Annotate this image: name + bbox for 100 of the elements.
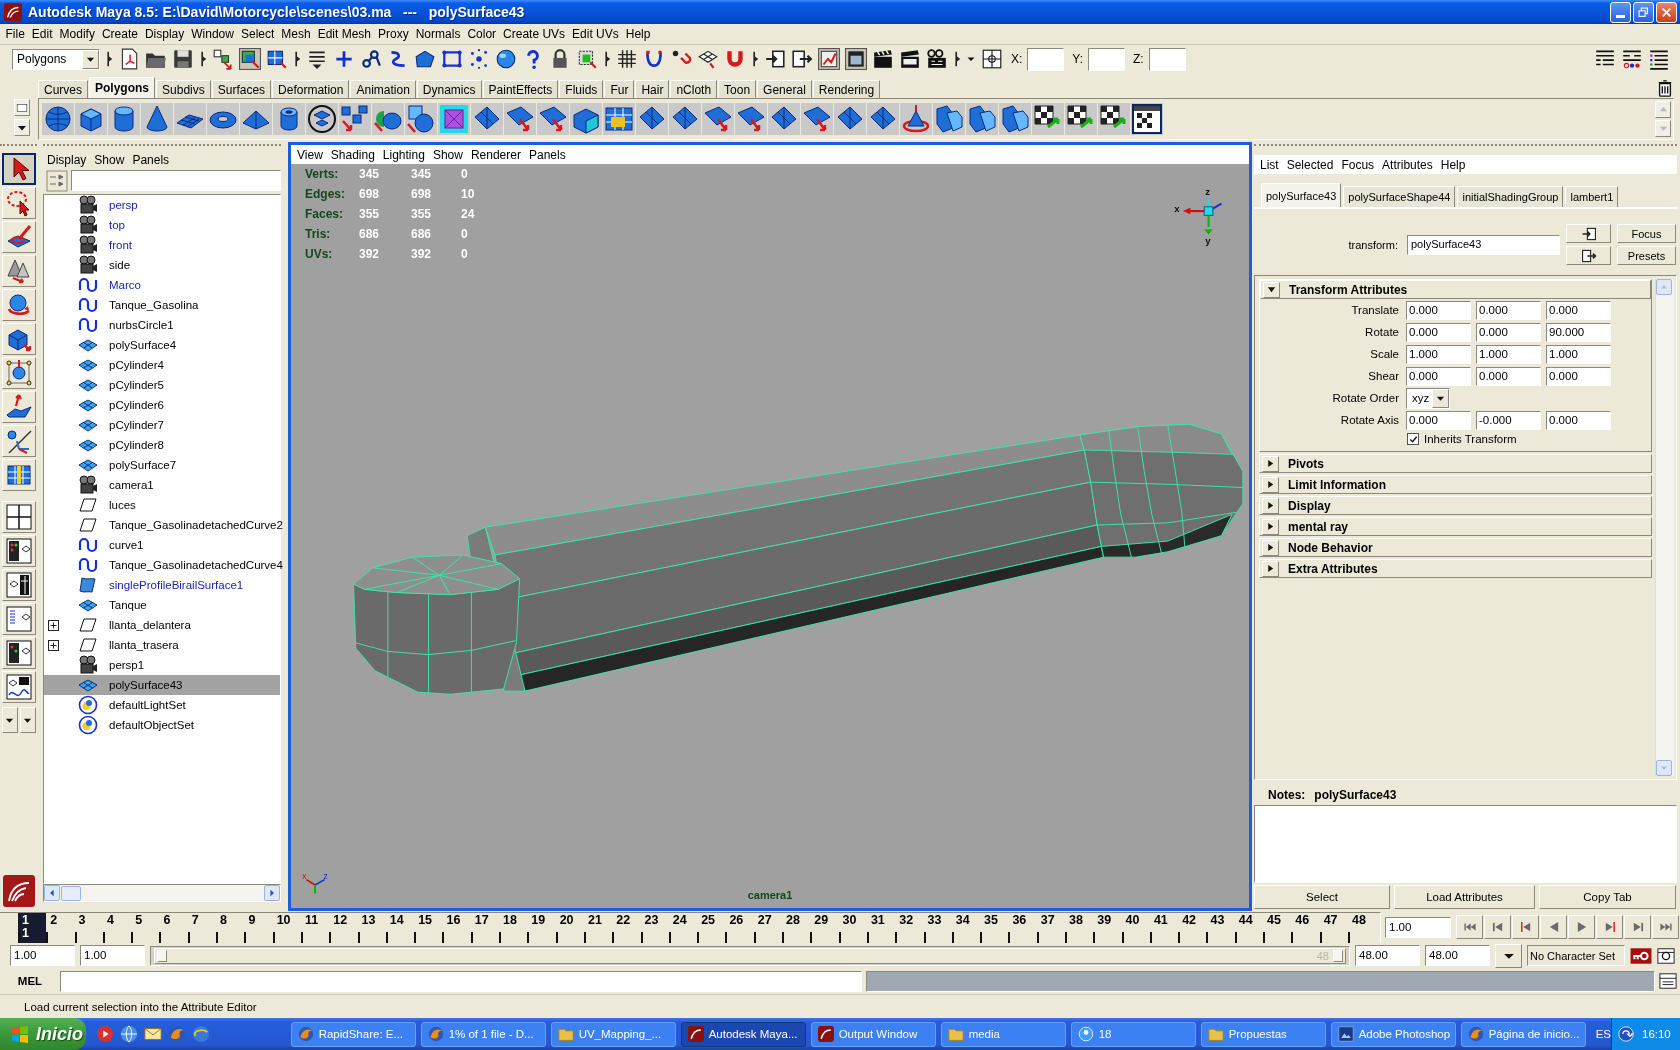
- shelf-tab[interactable]: Dynamics: [416, 80, 482, 98]
- tool-button[interactable]: [1, 153, 36, 185]
- coordinate-field[interactable]: [1027, 47, 1065, 71]
- frame-number[interactable]: 38: [1065, 912, 1094, 943]
- shelf-options-button[interactable]: [14, 119, 30, 136]
- menu-item[interactable]: Panels: [128, 153, 174, 167]
- outliner-item[interactable]: nurbsCircle1: [44, 315, 280, 335]
- grid-arrow-icon[interactable]: [266, 48, 288, 70]
- outliner-item[interactable]: front: [44, 235, 280, 255]
- magnet-icon[interactable]: [724, 48, 746, 70]
- shelf-tab[interactable]: Rendering: [812, 80, 881, 98]
- menu-item[interactable]: Renderer: [466, 147, 525, 162]
- menu-item[interactable]: Normals: [412, 25, 464, 43]
- checkbox[interactable]: [1407, 433, 1419, 445]
- panel-button[interactable]: Focus: [1617, 224, 1676, 243]
- menu-item[interactable]: View: [293, 147, 327, 162]
- section-header[interactable]: Pivots: [1259, 454, 1652, 473]
- character-set-menu-button[interactable]: [1495, 943, 1522, 968]
- coordinate-field[interactable]: [1148, 47, 1186, 71]
- frame-number[interactable]: 42: [1178, 912, 1207, 943]
- shelf-tab[interactable]: General: [757, 80, 812, 98]
- frame-number[interactable]: 13: [357, 912, 386, 943]
- outliner-item[interactable]: defaultObjectSet: [44, 715, 280, 735]
- sphere-icon[interactable]: [495, 48, 517, 70]
- frame-number[interactable]: 6: [159, 912, 188, 943]
- fold-button[interactable]: [1262, 455, 1279, 472]
- menu-item[interactable]: Color: [463, 25, 500, 43]
- panel-button[interactable]: Presets: [1617, 246, 1676, 265]
- extruded-shape-icon[interactable]: [966, 103, 998, 135]
- outliner-item[interactable]: camera1: [44, 475, 280, 495]
- node-tab[interactable]: polySurface43: [1261, 183, 1342, 207]
- taskbar-button[interactable]: Página de inicio...: [1460, 1021, 1586, 1047]
- playback-button[interactable]: [1456, 915, 1483, 939]
- frame-number[interactable]: 30: [838, 912, 867, 943]
- taskbar-button[interactable]: Adobe Photoshop: [1330, 1021, 1456, 1047]
- frame-number[interactable]: 11: [300, 912, 330, 943]
- frame-number[interactable]: 22: [612, 912, 641, 943]
- number-field[interactable]: 0.000: [1406, 322, 1471, 342]
- outliner-item[interactable]: persp1: [44, 655, 280, 675]
- frame-number[interactable]: 31: [866, 912, 896, 943]
- outliner-item[interactable]: Tanque: [44, 595, 280, 615]
- cone-icon[interactable]: [141, 103, 173, 135]
- shelf-tab[interactable]: Surfaces: [211, 80, 272, 98]
- menu-item[interactable]: Help: [622, 25, 654, 43]
- frame-number[interactable]: 41: [1149, 912, 1179, 943]
- axis-gizmo-icon[interactable]: [1182, 198, 1222, 235]
- picture-frame-icon[interactable]: [845, 48, 867, 70]
- rotate-order-dropdown[interactable]: xyz: [1406, 387, 1450, 409]
- film-camera-icon[interactable]: [926, 48, 948, 70]
- frame-number[interactable]: 32: [895, 912, 924, 943]
- lens-box-icon[interactable]: [1657, 946, 1675, 965]
- tilted-face-icon[interactable]: [636, 103, 668, 135]
- frame-number[interactable]: 21: [583, 912, 613, 943]
- frame-number[interactable]: 12: [329, 912, 358, 943]
- shelf-tab[interactable]: Deformation: [272, 80, 350, 98]
- number-field[interactable]: 1.000: [1476, 344, 1541, 364]
- number-field[interactable]: 1.000: [1406, 344, 1471, 364]
- outliner-item[interactable]: curve1: [44, 535, 280, 555]
- frame-number[interactable]: 10: [272, 912, 301, 943]
- frame-number[interactable]: 20: [555, 912, 584, 943]
- node-name-field[interactable]: polySurface43: [1407, 234, 1560, 255]
- squares-arrow-icon[interactable]: [212, 48, 234, 70]
- frame-number[interactable]: 44: [1234, 912, 1264, 943]
- section-header[interactable]: Display: [1259, 496, 1652, 515]
- shelf-menu-button[interactable]: [14, 99, 30, 116]
- grid-plane-icon[interactable]: [174, 103, 206, 135]
- frame-number[interactable]: 18: [499, 912, 528, 943]
- dots-icon[interactable]: [468, 48, 490, 70]
- fold-button[interactable]: [1262, 539, 1279, 556]
- expand-plus-icon[interactable]: [48, 619, 59, 631]
- filter-field[interactable]: [71, 170, 281, 191]
- grid-icon[interactable]: [616, 48, 638, 70]
- command-language-label[interactable]: MEL: [4, 975, 56, 987]
- frame-number[interactable]: 17: [470, 912, 500, 943]
- command-input-field[interactable]: [60, 970, 862, 992]
- language-indicator[interactable]: ES: [1595, 1028, 1611, 1040]
- playback-button[interactable]: [1624, 915, 1651, 939]
- character-set-field[interactable]: No Character Set: [1527, 945, 1625, 966]
- restore-button[interactable]: [1633, 1, 1654, 23]
- notes-field[interactable]: [1254, 805, 1677, 883]
- outliner-item[interactable]: Tanque_Gasolina: [44, 295, 280, 315]
- frame-number[interactable]: 14: [385, 912, 415, 943]
- shelf-tab[interactable]: Fur: [604, 80, 635, 98]
- shelf-tab[interactable]: Toon: [718, 80, 757, 98]
- shelf-tab[interactable]: PaintEffects: [482, 80, 559, 98]
- menu-item[interactable]: List: [1256, 157, 1283, 172]
- arrow-into-box-icon[interactable]: [764, 48, 786, 70]
- frame-number[interactable]: 19: [527, 912, 556, 943]
- layout-menu-button[interactable]: [19, 707, 36, 733]
- colored-list-icon[interactable]: [1648, 48, 1670, 70]
- outliner-item[interactable]: persp: [44, 195, 280, 215]
- playback-button[interactable]: [1484, 915, 1511, 939]
- crosshair-icon[interactable]: [981, 48, 1003, 70]
- number-field[interactable]: 1.000: [1546, 344, 1611, 364]
- outliner-item[interactable]: pCylinder4: [44, 355, 280, 375]
- trash-icon[interactable]: [1656, 79, 1674, 97]
- taskbar-button[interactable]: 18: [1070, 1021, 1196, 1047]
- text-window-icon[interactable]: [1659, 972, 1677, 990]
- frame-number[interactable]: 37: [1036, 912, 1065, 943]
- frame-number[interactable]: 48: [1347, 912, 1377, 943]
